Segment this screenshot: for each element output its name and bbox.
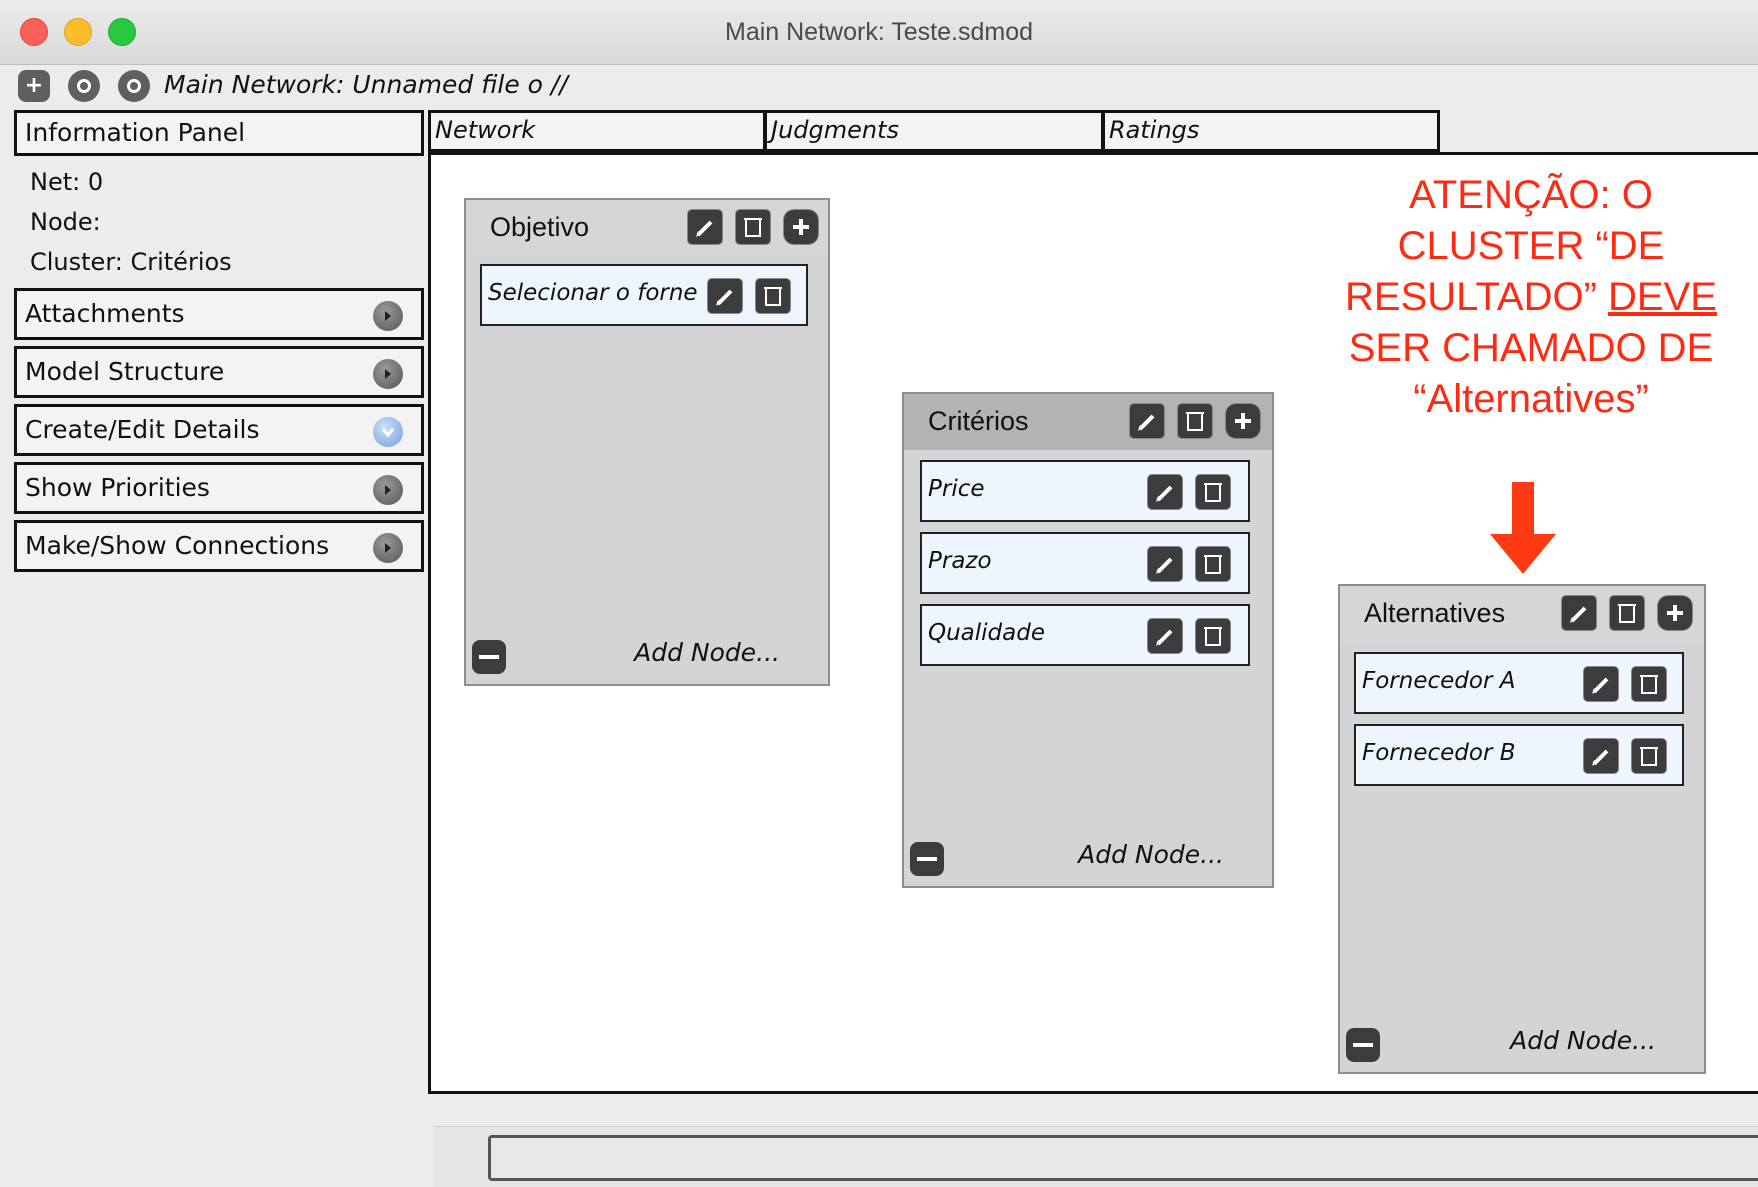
node-qualidade[interactable]: Qualidade: [920, 604, 1250, 666]
eye-icon[interactable]: [68, 70, 100, 102]
info-node: Node:: [30, 208, 101, 236]
minus-icon[interactable]: [472, 640, 506, 674]
trash-icon[interactable]: [736, 210, 770, 244]
accordion-label: Create/Edit Details: [25, 415, 260, 444]
node-label: Fornecedor B: [1362, 740, 1516, 766]
node-label: Prazo: [928, 548, 992, 574]
chevron-down-icon[interactable]: [373, 417, 403, 447]
minus-icon[interactable]: [1346, 1028, 1380, 1062]
minus-icon[interactable]: [910, 842, 944, 876]
add-node-button[interactable]: Add Node...: [1078, 840, 1224, 869]
accordion-label: Show Priorities: [25, 473, 210, 502]
trash-icon[interactable]: [1610, 596, 1644, 630]
annotation-underlined: DEVE: [1608, 275, 1717, 319]
plus-icon[interactable]: [1658, 596, 1692, 630]
annotation-line: RESULTADO” DEVE: [1296, 272, 1758, 323]
accordion-show-priorities[interactable]: Show Priorities: [14, 462, 424, 514]
cluster-alternatives[interactable]: Alternatives Fornecedor A Fornecedor B A…: [1338, 584, 1706, 1074]
accordion-label: Model Structure: [25, 357, 225, 386]
tab-ratings[interactable]: Ratings: [1102, 110, 1440, 152]
trash-icon[interactable]: [1196, 547, 1230, 581]
chevron-right-icon[interactable]: [373, 533, 403, 563]
accordion-attachments[interactable]: Attachments: [14, 288, 424, 340]
accordion-model-structure[interactable]: Model Structure: [14, 346, 424, 398]
annotation-line: CLUSTER “DE: [1397, 224, 1665, 268]
title-bar: Main Network: Teste.sdmod: [0, 0, 1758, 65]
pencil-icon[interactable]: [1130, 404, 1164, 438]
trash-icon[interactable]: [1196, 619, 1230, 653]
annotation-text: RESULTADO”: [1345, 275, 1609, 319]
info-net: Net: 0: [30, 168, 104, 196]
cluster-header: Objetivo: [466, 200, 828, 256]
annotation-line: “Alternatives”: [1413, 377, 1649, 421]
accordion-label: Attachments: [25, 299, 185, 328]
search-icon[interactable]: [118, 70, 150, 102]
plus-icon[interactable]: [1226, 404, 1260, 438]
pencil-icon[interactable]: [1584, 739, 1618, 773]
chevron-right-icon[interactable]: [373, 475, 403, 505]
pencil-icon[interactable]: [1584, 667, 1618, 701]
accordion-create-edit-details[interactable]: Create/Edit Details: [14, 404, 424, 456]
trash-icon[interactable]: [756, 279, 790, 313]
pencil-icon[interactable]: [708, 279, 742, 313]
trash-icon[interactable]: [1196, 475, 1230, 509]
warning-annotation: ATENÇÃO: O CLUSTER “DE RESULTADO” DEVE S…: [1296, 170, 1758, 425]
window-title: Main Network: Teste.sdmod: [725, 18, 1033, 46]
left-panel: Information Panel Net: 0 Node: Cluster: …: [14, 110, 426, 1180]
cluster-footer: Add Node...: [904, 830, 1272, 886]
tab-network[interactable]: Network: [428, 110, 766, 152]
pencil-icon[interactable]: [1562, 596, 1596, 630]
network-path-label: Main Network: Unnamed file o //: [164, 70, 568, 99]
node-selecionar[interactable]: Selecionar o forne: [480, 264, 808, 326]
trash-icon[interactable]: [1632, 739, 1666, 773]
cluster-title: Critérios: [928, 406, 1029, 436]
cluster-title: Alternatives: [1364, 598, 1506, 628]
chevron-right-icon[interactable]: [373, 359, 403, 389]
pencil-icon[interactable]: [1148, 475, 1182, 509]
node-fornecedor-b[interactable]: Fornecedor B: [1354, 724, 1684, 786]
cluster-criterios[interactable]: Critérios Price Prazo Qualidade Add Node…: [902, 392, 1274, 888]
add-icon[interactable]: +: [18, 70, 50, 102]
cluster-header: Alternatives: [1340, 586, 1704, 642]
node-label: Fornecedor A: [1362, 668, 1516, 694]
cluster-header: Critérios: [904, 394, 1272, 450]
annotation-line: SER CHAMADO DE: [1348, 326, 1714, 370]
trash-icon[interactable]: [1632, 667, 1666, 701]
chevron-right-icon[interactable]: [373, 301, 403, 331]
add-node-button[interactable]: Add Node...: [634, 638, 780, 667]
bottom-bar: [434, 1126, 1758, 1187]
cluster-footer: Add Node...: [466, 628, 828, 684]
add-node-button[interactable]: Add Node...: [1510, 1026, 1656, 1055]
cluster-title: Objetivo: [490, 212, 590, 242]
cluster-footer: Add Node...: [1340, 1016, 1704, 1072]
toolbar: + Main Network: Unnamed file o //: [0, 64, 1758, 110]
pencil-icon[interactable]: [1148, 547, 1182, 581]
cluster-objetivo[interactable]: Objetivo Selecionar o forne Add Node...: [464, 198, 830, 686]
node-label: Qualidade: [928, 620, 1045, 646]
node-label: Price: [928, 476, 985, 502]
accordion-label: Make/Show Connections: [25, 531, 330, 560]
trash-icon[interactable]: [1178, 404, 1212, 438]
node-prazo[interactable]: Prazo: [920, 532, 1250, 594]
pencil-icon[interactable]: [688, 210, 722, 244]
node-fornecedor-a[interactable]: Fornecedor A: [1354, 652, 1684, 714]
annotation-line: ATENÇÃO: O: [1409, 173, 1653, 217]
node-label: Selecionar o forne: [488, 280, 698, 306]
tab-judgments[interactable]: Judgments: [764, 110, 1104, 152]
status-input-field[interactable]: [488, 1135, 1758, 1181]
arrow-down-icon: [1490, 482, 1556, 574]
plus-icon[interactable]: [784, 210, 818, 244]
node-price[interactable]: Price: [920, 460, 1250, 522]
accordion-make-show-connections[interactable]: Make/Show Connections: [14, 520, 424, 572]
information-panel-header[interactable]: Information Panel: [14, 110, 424, 156]
info-cluster: Cluster: Critérios: [30, 248, 232, 276]
pencil-icon[interactable]: [1148, 619, 1182, 653]
